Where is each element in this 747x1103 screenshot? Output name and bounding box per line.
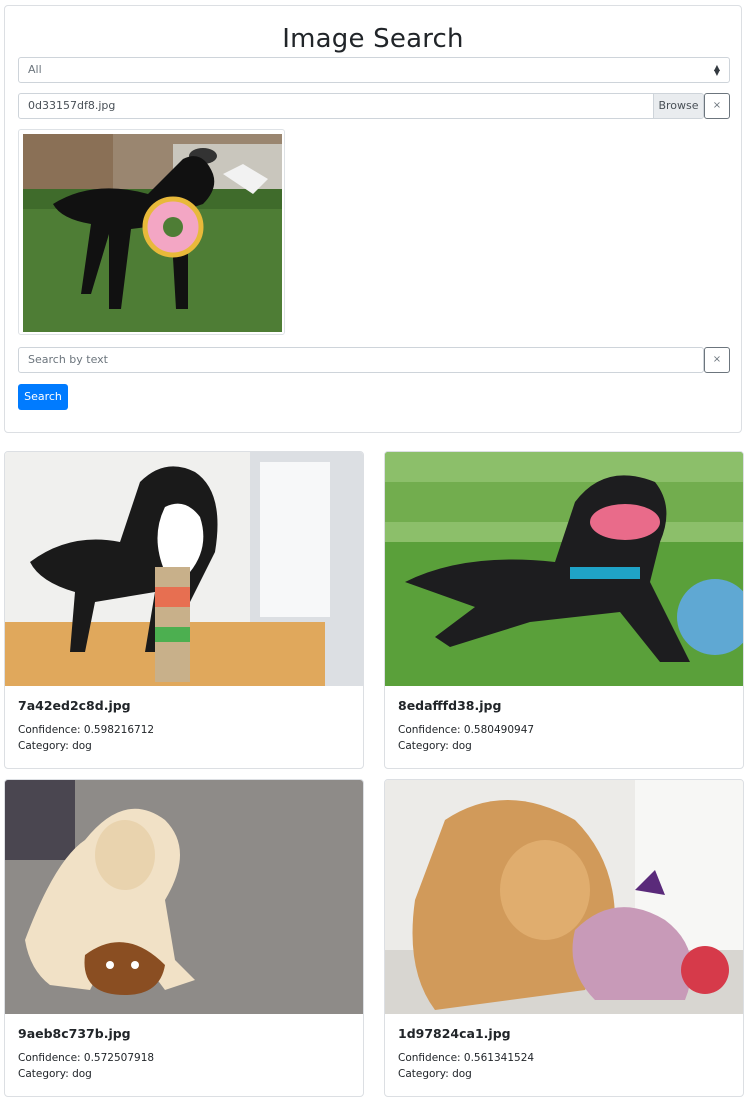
category-select-value: All bbox=[28, 63, 42, 76]
result-confidence: Confidence: 0.561341524 bbox=[398, 1052, 535, 1064]
file-input[interactable]: 0d33157df8.jpg Browse bbox=[18, 93, 704, 119]
result-confidence: Confidence: 0.580490947 bbox=[398, 724, 535, 736]
result-category: Category: dog bbox=[18, 740, 92, 752]
clear-file-button[interactable]: × bbox=[704, 93, 730, 119]
close-icon: × bbox=[712, 100, 722, 111]
text-search-placeholder: Search by text bbox=[28, 353, 108, 366]
query-image bbox=[23, 134, 282, 332]
clear-text-button[interactable]: × bbox=[704, 347, 730, 373]
result-card[interactable]: 9aeb8c737b.jpg Confidence: 0.572507918 C… bbox=[4, 779, 364, 1097]
search-button[interactable]: Search bbox=[18, 384, 68, 410]
query-image-preview bbox=[18, 129, 285, 335]
search-panel: Image Search All ▲ ▼ 0d33157df8.jpg Brows… bbox=[4, 5, 742, 433]
result-category: Category: dog bbox=[398, 1068, 472, 1080]
result-file-name: 8edafffd38.jpg bbox=[398, 698, 502, 713]
result-image bbox=[385, 780, 743, 1014]
file-input-value: 0d33157df8.jpg bbox=[28, 99, 116, 112]
result-file-name: 1d97824ca1.jpg bbox=[398, 1026, 511, 1041]
result-card[interactable]: 8edafffd38.jpg Confidence: 0.580490947 C… bbox=[384, 451, 744, 769]
text-search-input[interactable]: Search by text bbox=[18, 347, 704, 373]
browse-button[interactable]: Browse bbox=[653, 94, 703, 118]
result-card[interactable]: 1d97824ca1.jpg Confidence: 0.561341524 C… bbox=[384, 779, 744, 1097]
close-icon: × bbox=[712, 354, 722, 365]
result-file-name: 9aeb8c737b.jpg bbox=[18, 1026, 131, 1041]
select-arrows-icon: ▲ ▼ bbox=[713, 63, 720, 77]
category-select[interactable]: All ▲ ▼ bbox=[18, 57, 730, 83]
page-title: Image Search bbox=[282, 24, 464, 54]
result-category: Category: dog bbox=[18, 1068, 92, 1080]
result-category: Category: dog bbox=[398, 740, 472, 752]
result-image bbox=[385, 452, 743, 686]
result-file-name: 7a42ed2c8d.jpg bbox=[18, 698, 131, 713]
result-confidence: Confidence: 0.572507918 bbox=[18, 1052, 155, 1064]
result-image bbox=[5, 780, 363, 1014]
result-card[interactable]: 7a42ed2c8d.jpg Confidence: 0.598216712 C… bbox=[4, 451, 364, 769]
result-confidence: Confidence: 0.598216712 bbox=[18, 724, 155, 736]
result-image bbox=[5, 452, 363, 686]
